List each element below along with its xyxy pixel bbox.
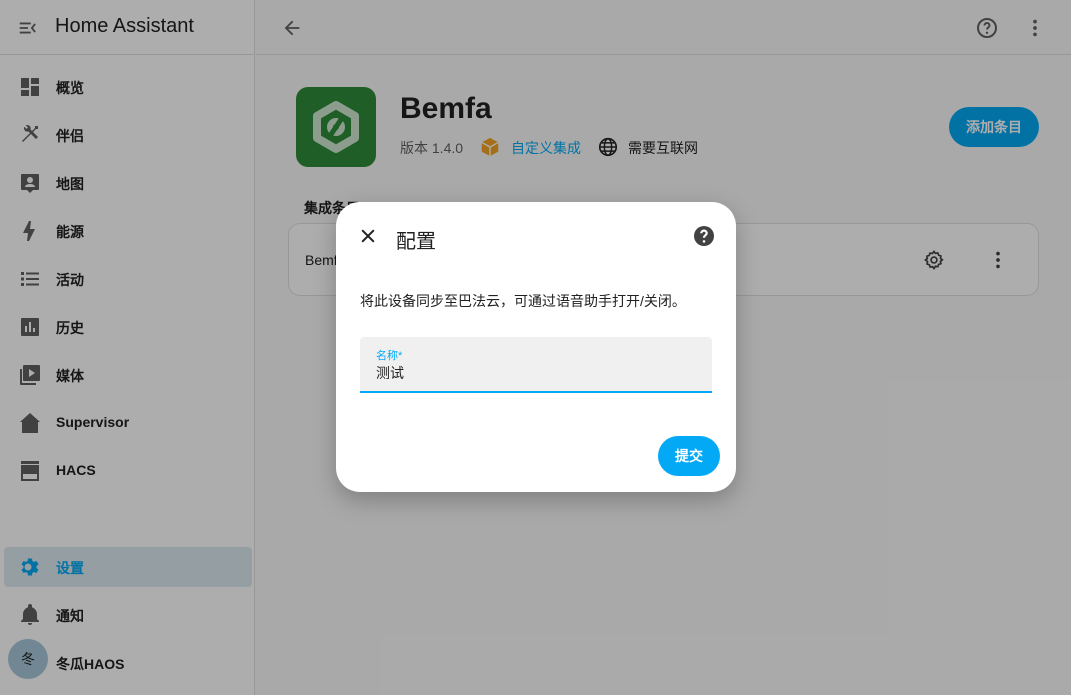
dialog-title: 配置 — [396, 231, 436, 253]
name-input[interactable] — [376, 363, 696, 383]
submit-button[interactable]: 提交 — [658, 436, 720, 476]
name-field[interactable]: 名称* — [360, 337, 712, 393]
help-circle-icon[interactable] — [692, 224, 716, 248]
name-field-label: 名称* — [376, 350, 403, 362]
close-icon — [361, 229, 375, 243]
config-dialog: 配置 将此设备同步至巴法云，可通过语音助手打开/关闭。 名称* 提交 — [336, 202, 736, 492]
dialog-description: 将此设备同步至巴法云，可通过语音助手打开/关闭。 — [360, 293, 686, 309]
dialog-close-button[interactable] — [356, 224, 380, 248]
